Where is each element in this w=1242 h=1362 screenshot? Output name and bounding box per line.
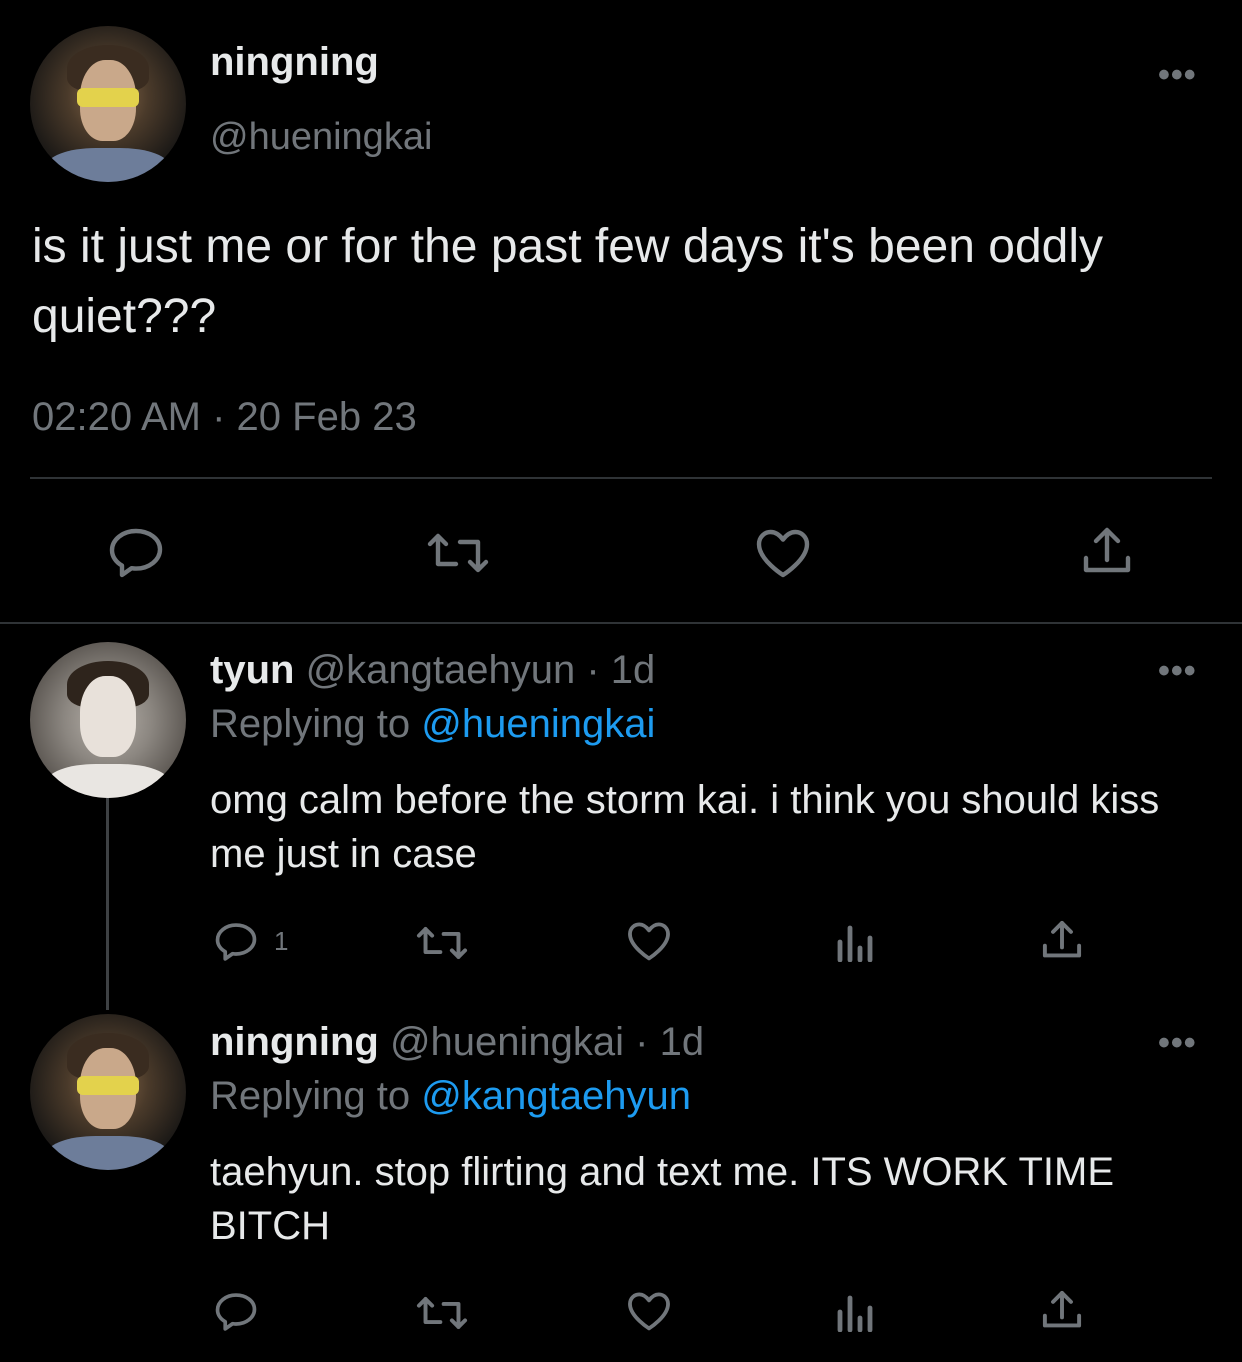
section-divider [0,622,1242,624]
reply2-retweet-icon[interactable] [414,1294,470,1332]
reply2-display-name[interactable]: ningning [210,1020,379,1064]
reply2-handle-time[interactable]: @hueningkai · 1d [390,1020,704,1064]
reply2-like-icon[interactable] [626,1290,672,1332]
main-more-button[interactable]: ••• [1158,56,1197,95]
reply1-replying-line: Replying to @hueningkai [210,702,655,747]
reply1-text: omg calm before the storm kai. i think y… [210,778,1160,876]
reply1-handle-time[interactable]: @kangtaehyun · 1d [306,648,656,692]
reply2-text: taehyun. stop flirting and text me. ITS … [210,1150,1115,1248]
reply1-reply-count: 1 [274,926,289,956]
main-handle[interactable]: @hueningkai [210,116,432,159]
reply2-header: ningning @hueningkai · 1d [210,1020,704,1065]
reply1-more-button[interactable]: ••• [1158,652,1197,691]
reply2-more-button[interactable]: ••• [1158,1024,1197,1063]
reply1-analytics-icon[interactable] [834,922,876,962]
reply2-analytics-icon[interactable] [834,1292,876,1332]
reply2-reply-icon[interactable] [214,1292,258,1332]
reply1-replying-to-link[interactable]: @hueningkai [421,702,655,746]
like-icon[interactable] [754,527,812,579]
reply2-replying-to-link[interactable]: @kangtaehyun [421,1074,691,1118]
reply1-avatar[interactable] [30,642,186,798]
reply1-like-icon[interactable] [626,920,672,962]
thread-line [106,798,109,1010]
reply2-share-icon[interactable] [1040,1288,1084,1332]
reply1-reply-icon[interactable] [214,922,258,962]
reply2-replying-line: Replying to @kangtaehyun [210,1074,691,1119]
main-avatar[interactable] [30,26,186,182]
reply-icon[interactable] [108,527,164,579]
retweet-icon[interactable] [424,530,492,576]
share-icon[interactable] [1080,524,1134,578]
reply2-replying-prefix: Replying to [210,1074,411,1118]
main-tweet-text: is it just me or for the past few days i… [32,220,1103,343]
main-display-name[interactable]: ningning [210,40,379,85]
reply1-share-icon[interactable] [1040,918,1084,962]
main-divider [30,477,1212,479]
reply1-retweet-icon[interactable] [414,924,470,962]
reply1-replying-prefix: Replying to [210,702,411,746]
reply2-avatar[interactable] [30,1014,186,1170]
main-timestamp[interactable]: 02:20 AM · 20 Feb 23 [32,395,417,440]
reply1-display-name[interactable]: tyun [210,648,294,692]
reply1-header: tyun @kangtaehyun · 1d [210,648,655,693]
